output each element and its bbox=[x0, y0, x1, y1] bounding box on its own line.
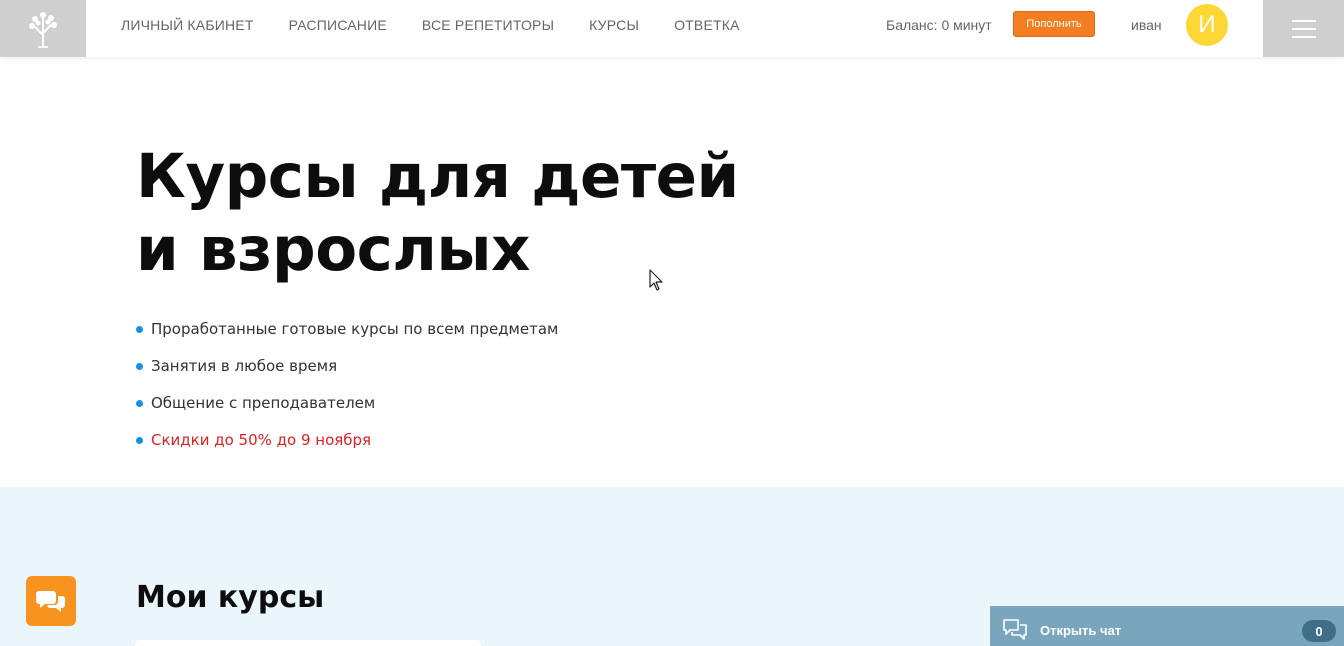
nav-item-all-tutors[interactable]: ВСЕ РЕПЕТИТОРЫ bbox=[422, 17, 554, 33]
list-item: Занятия в любое время bbox=[136, 357, 558, 394]
logo[interactable] bbox=[0, 0, 86, 57]
list-item: Проработанные готовые курсы по всем пред… bbox=[136, 320, 558, 357]
nav-item-answers[interactable]: ОТВЕТКА bbox=[674, 17, 740, 33]
unread-count-badge: 0 bbox=[1302, 620, 1336, 642]
course-card[interactable] bbox=[135, 640, 481, 646]
page-title-line-1: Курсы для детей bbox=[136, 141, 739, 212]
feature-list: Проработанные готовые курсы по всем пред… bbox=[136, 320, 558, 468]
balance-text: Баланс: 0 минут bbox=[886, 17, 992, 33]
my-courses-title: Мои курсы bbox=[136, 580, 325, 615]
menu-button[interactable] bbox=[1263, 0, 1344, 57]
avatar[interactable]: И bbox=[1186, 4, 1228, 46]
tree-icon bbox=[29, 11, 57, 48]
nav-item-schedule[interactable]: РАСПИСАНИЕ bbox=[289, 17, 387, 33]
nav-item-personal-account[interactable]: ЛИЧНЫЙ КАБИНЕТ bbox=[121, 17, 254, 33]
list-item-text: Проработанные готовые курсы по всем пред… bbox=[151, 320, 559, 338]
list-item: Общение с преподавателем bbox=[136, 394, 558, 431]
bullet-dot bbox=[136, 326, 143, 333]
bullet-dot bbox=[136, 400, 143, 407]
open-chat-bar[interactable]: Открыть чат 0 bbox=[990, 606, 1344, 646]
list-item-text: Занятия в любое время bbox=[151, 357, 338, 375]
promo-text: Скидки до 50% до 9 ноября bbox=[151, 431, 372, 449]
mouse-cursor-icon bbox=[649, 269, 663, 291]
chat-fab-button[interactable] bbox=[26, 576, 76, 626]
main-nav: ЛИЧНЫЙ КАБИНЕТ РАСПИСАНИЕ ВСЕ РЕПЕТИТОРЫ… bbox=[121, 0, 775, 50]
open-chat-label: Открыть чат bbox=[1040, 623, 1122, 638]
list-item-text: Общение с преподавателем bbox=[151, 394, 376, 412]
page-title-line-2: и взрослых bbox=[136, 214, 530, 285]
promo-list-item: Скидки до 50% до 9 ноября bbox=[136, 431, 558, 468]
page-title: Курсы для детей и взрослых bbox=[136, 140, 776, 286]
topup-button[interactable]: Пополнить bbox=[1013, 11, 1095, 37]
bullet-dot bbox=[136, 437, 143, 444]
hamburger-menu-icon bbox=[1291, 19, 1316, 38]
chat-icon bbox=[1003, 619, 1027, 640]
top-navigation-bar: ЛИЧНЫЙ КАБИНЕТ РАСПИСАНИЕ ВСЕ РЕПЕТИТОРЫ… bbox=[0, 0, 1344, 57]
bullet-dot bbox=[136, 363, 143, 370]
username[interactable]: иван bbox=[1131, 17, 1162, 33]
nav-item-courses[interactable]: КУРСЫ bbox=[589, 17, 639, 33]
chat-bubbles-icon bbox=[36, 591, 65, 612]
